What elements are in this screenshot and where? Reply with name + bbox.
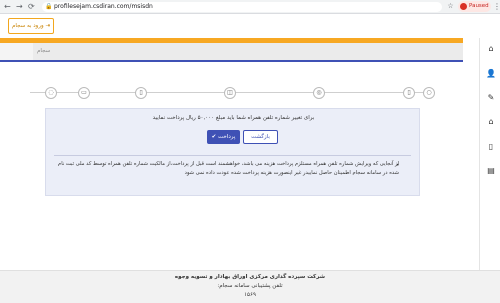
login-button[interactable]: ورود به سجام ⇥ — [8, 18, 54, 34]
profile-paused-button[interactable]: Paused — [458, 1, 491, 12]
lock-icon: 🔒 — [45, 3, 53, 10]
footer-support-label: تلفن پشتیبانی سامانه سجام: — [217, 283, 283, 289]
progress-stepper: ◌ ▭ ▯ ◫ ◎ ▯ ○ — [30, 86, 435, 100]
breadcrumb: سجام — [33, 43, 463, 62]
footer-support-phone: ۱۵۶۹ — [244, 292, 256, 298]
step-4-icon: ◫ — [224, 87, 236, 99]
footer: شرکت سپرده گذاری مرکزی اوراق بهادار و تس… — [0, 270, 500, 303]
pay-button[interactable]: ✔ پرداخت — [207, 130, 240, 144]
document-icon[interactable]: ▤ — [485, 166, 497, 176]
sign-in-icon: ⇥ — [45, 23, 50, 29]
paused-label: Paused — [469, 3, 489, 9]
step-2-icon: ▭ — [78, 87, 90, 99]
mobile-icon[interactable]: ▯ — [485, 142, 497, 152]
header-gutter — [0, 43, 33, 62]
login-button-label: ورود به سجام — [12, 23, 44, 29]
top-bar: ورود به سجام ⇥ — [0, 14, 463, 38]
reload-icon[interactable]: ⟳ — [28, 2, 35, 12]
step-1-icon: ◌ — [45, 87, 57, 99]
footer-company: شرکت سپرده گذاری مرکزی اوراق بهادار و تس… — [174, 274, 326, 280]
warning-text: از آنجایی که ویرایش شماره تلفن همراه مست… — [58, 161, 399, 176]
kebab-menu-icon[interactable]: ⋮ — [493, 2, 500, 12]
back-button[interactable]: بازگشت — [243, 130, 278, 144]
star-icon[interactable]: ☆ — [446, 2, 455, 11]
payment-panel: برای تغییر شماره تلفن همراه شما باید مبل… — [45, 108, 420, 196]
edit-icon[interactable]: ✎ — [485, 93, 497, 103]
step-5-icon: ◎ — [313, 87, 325, 99]
step-6-icon: ▯ — [403, 87, 415, 99]
breadcrumb-label[interactable]: سجام — [37, 48, 50, 54]
forward-icon[interactable]: → — [16, 2, 23, 12]
payment-notice: برای تغییر شماره تلفن همراه شما باید مبل… — [152, 115, 315, 121]
user-icon[interactable]: 👤 — [485, 69, 497, 79]
sidebar: ⌂ 👤 ✎ ⌂ ▯ ▤ — [479, 38, 500, 270]
step-7-icon: ○ — [423, 87, 435, 99]
browser-toolbar: ← → ⟳ 🔒 profilesejam.csdiran.com/msisdn … — [0, 0, 500, 14]
url-text: profilesejam.csdiran.com/msisdn — [54, 3, 153, 10]
back-icon[interactable]: ← — [4, 2, 11, 12]
home-icon[interactable]: ⌂ — [485, 44, 497, 54]
step-3-icon: ▯ — [135, 87, 147, 99]
bank-icon[interactable]: ⌂ — [485, 117, 497, 127]
avatar — [460, 3, 467, 10]
address-bar[interactable]: 🔒 profilesejam.csdiran.com/msisdn — [42, 2, 442, 12]
divider — [54, 155, 411, 156]
